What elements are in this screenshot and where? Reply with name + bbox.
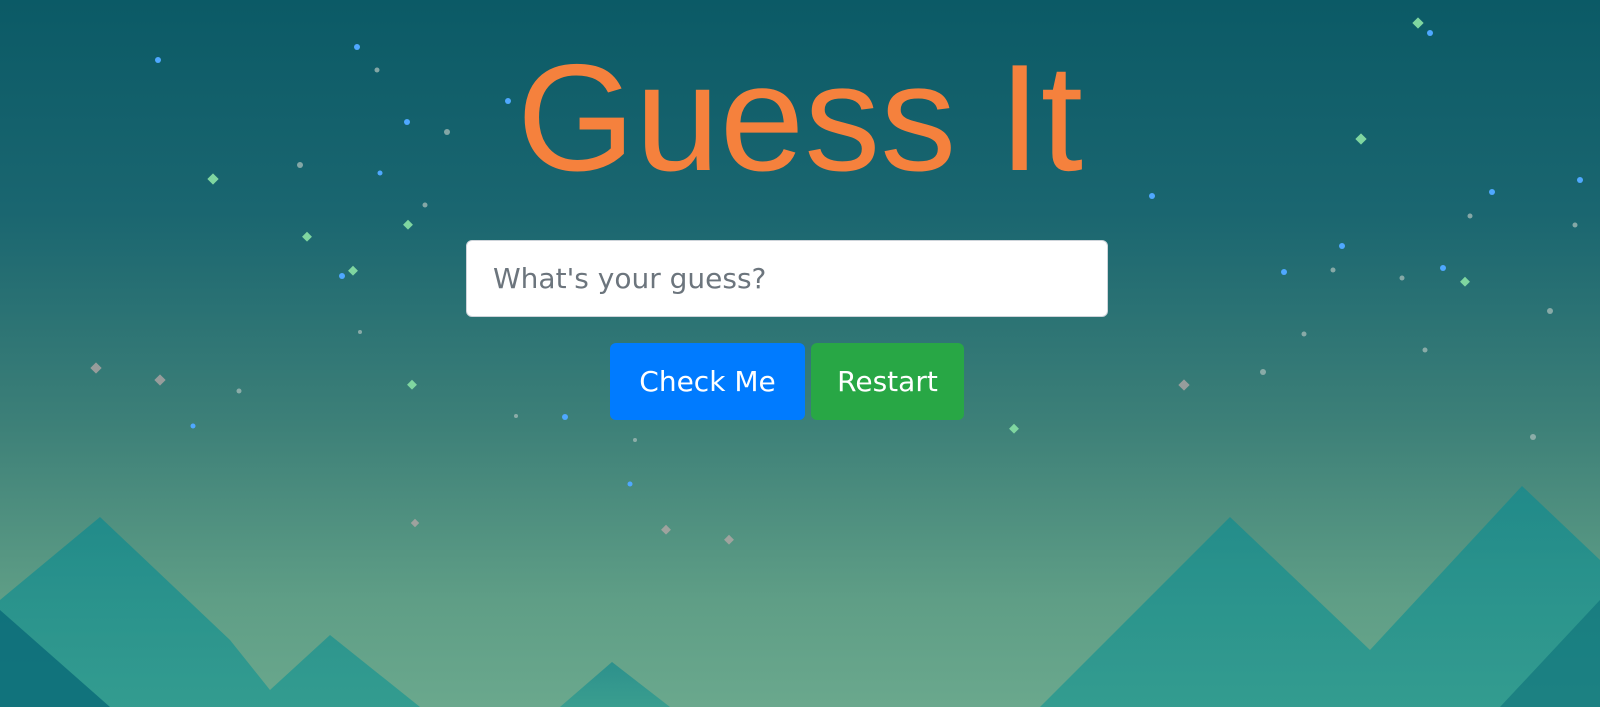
guess-input[interactable] xyxy=(466,240,1108,317)
page-title: Guess It xyxy=(517,33,1083,203)
check-me-button[interactable]: Check Me xyxy=(610,343,805,420)
restart-button[interactable]: Restart xyxy=(811,343,964,420)
